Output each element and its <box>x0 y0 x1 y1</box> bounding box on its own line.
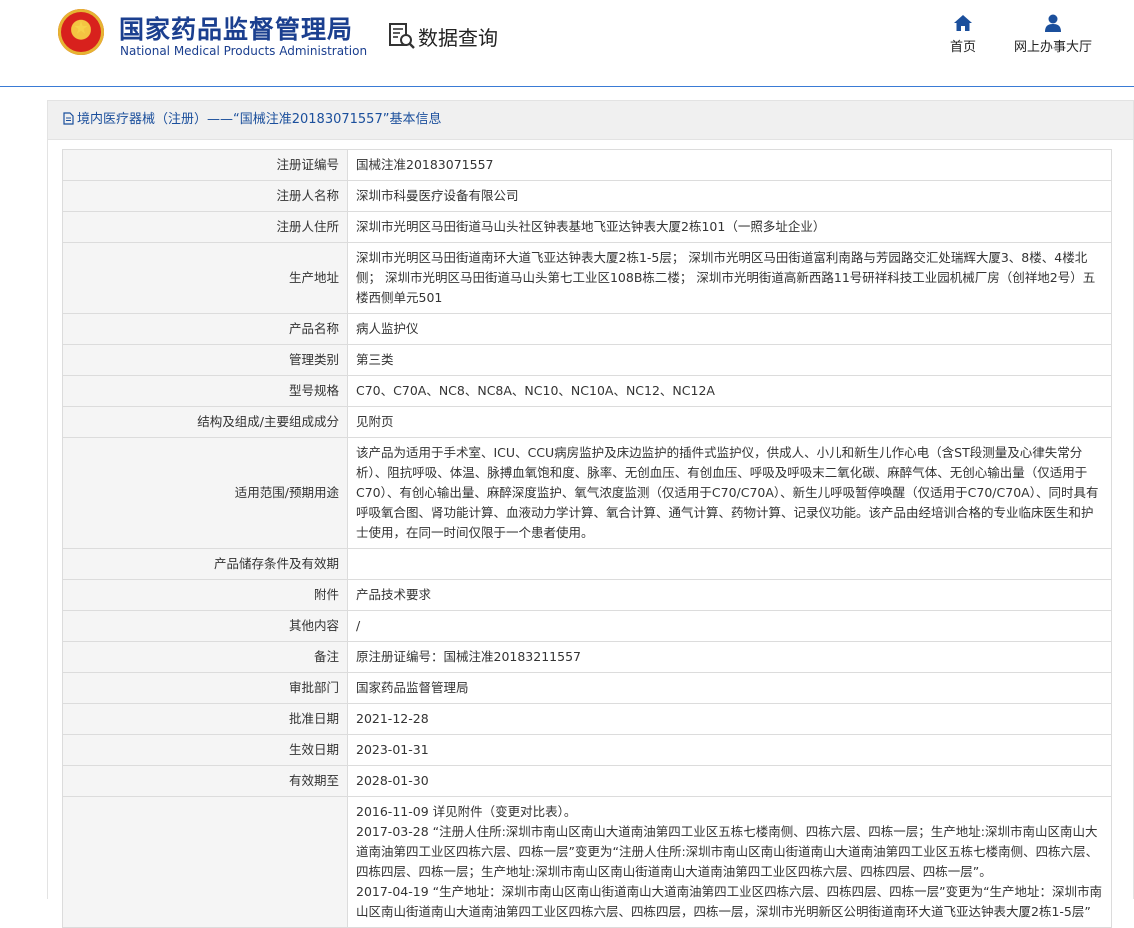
row-value: C70、C70A、NC8、NC8A、NC10、NC10A、NC12、NC12A <box>347 375 1112 407</box>
row-value <box>347 548 1112 580</box>
change-history-entry: 2017-04-19 “生产地址：深圳市南山区南山街道南山大道南油第四工业区四栋… <box>356 884 1103 919</box>
row-value: 第三类 <box>347 344 1112 376</box>
table-row: 适用范围/预期用途 该产品为适用于手术室、ICU、CCU病房监护及床边监护的插件式… <box>62 437 1112 549</box>
panel-title-text: 境内医疗器械（注册）——“国械注准20183071557”基本信息 <box>77 112 442 127</box>
row-key: 其他内容 <box>62 610 348 642</box>
table-row: 批准日期 2021-12-28 <box>62 703 1112 735</box>
nav-hall-label[interactable]: 网上办事大厅 <box>1014 40 1092 55</box>
org-name-en[interactable]: National Medical Products Administration <box>120 44 367 58</box>
row-key: 产品名称 <box>62 313 348 345</box>
change-history-entry: 2016-11-09 详见附件（变更对比表）。 <box>356 804 577 819</box>
row-value: 深圳市光明区马田街道南环大道飞亚达钟表大厦2栋1-5层； 深圳市光明区马田街道富… <box>347 242 1112 314</box>
detail-panel: 境内医疗器械（注册）——“国械注准20183071557”基本信息 注册证编号国… <box>47 100 1134 928</box>
row-key-empty <box>62 796 348 928</box>
table-row: 其他内容 / <box>62 610 1112 642</box>
row-value: 原注册证编号：国械注准20183211557 <box>347 641 1112 673</box>
nav-home[interactable]: 首页 <box>913 14 1013 55</box>
row-key: 有效期至 <box>62 765 348 797</box>
table-row: 生效日期 2023-01-31 <box>62 734 1112 766</box>
table-row: 附件 产品技术要求 <box>62 579 1112 611</box>
row-key: 注册人名称 <box>62 180 348 212</box>
row-value: 该产品为适用于手术室、ICU、CCU病房监护及床边监护的插件式监护仪，供成人、小… <box>347 437 1112 549</box>
row-value: 2023-01-31 <box>347 734 1112 766</box>
row-value: 2021-12-28 <box>347 703 1112 735</box>
home-icon <box>954 15 972 31</box>
table-row: 备注 原注册证编号：国械注准20183211557 <box>62 641 1112 673</box>
row-key: 结构及组成/主要组成成分 <box>62 406 348 438</box>
row-key: 生效日期 <box>62 734 348 766</box>
table-row: 结构及组成/主要组成成分 见附页 <box>62 406 1112 438</box>
nav-home-label[interactable]: 首页 <box>950 40 976 55</box>
document-icon <box>63 112 74 125</box>
data-query-label: 数据查询 <box>418 25 498 50</box>
row-value: 产品技术要求 <box>347 579 1112 611</box>
table-row: 注册人名称 深圳市科曼医疗设备有限公司 <box>62 180 1112 212</box>
table-row: 注册证编号 国械注准20183071557 <box>62 149 1112 181</box>
row-key: 适用范围/预期用途 <box>62 437 348 549</box>
row-value: 国械注准20183071557 <box>347 149 1112 181</box>
row-value: 见附页 <box>347 406 1112 438</box>
row-key: 备注 <box>62 641 348 673</box>
change-history: 2016-11-09 详见附件（变更对比表）。 2017-03-28 “注册人住… <box>347 796 1112 928</box>
row-value: / <box>347 610 1112 642</box>
row-value: 深圳市光明区马田街道马山头社区钟表基地飞亚达钟表大厦2栋101（一照多址企业） <box>347 211 1112 243</box>
row-key: 管理类别 <box>62 344 348 376</box>
row-value: 国家药品监督管理局 <box>347 672 1112 704</box>
nav-online-service-hall[interactable]: 网上办事大厅 <box>1003 14 1103 55</box>
site-header: 国家药品监督管理局 National Medical Products Admi… <box>0 0 1134 87</box>
row-key: 产品储存条件及有效期 <box>62 548 348 580</box>
data-query-title: 数据查询 <box>388 21 498 51</box>
registration-info-table: 注册证编号 国械注准20183071557 注册人名称 深圳市科曼医疗设备有限公司 … <box>62 149 1112 928</box>
table-row: 有效期至 2028-01-30 <box>62 765 1112 797</box>
panel-title: 境内医疗器械（注册）——“国械注准20183071557”基本信息 <box>48 101 1133 140</box>
table-row-change-history: 2016-11-09 详见附件（变更对比表）。 2017-03-28 “注册人住… <box>62 796 1112 928</box>
row-key: 注册人住所 <box>62 211 348 243</box>
row-key: 生产地址 <box>62 242 348 314</box>
table-row: 产品名称 病人监护仪 <box>62 313 1112 345</box>
table-row: 型号规格 C70、C70A、NC8、NC8A、NC10、NC10A、NC12、NC… <box>62 375 1112 407</box>
row-key: 批准日期 <box>62 703 348 735</box>
row-key: 型号规格 <box>62 375 348 407</box>
row-key: 审批部门 <box>62 672 348 704</box>
row-value: 病人监护仪 <box>347 313 1112 345</box>
row-key: 注册证编号 <box>62 149 348 181</box>
user-icon <box>1045 14 1061 32</box>
row-key: 附件 <box>62 579 348 611</box>
table-row: 注册人住所 深圳市光明区马田街道马山头社区钟表基地飞亚达钟表大厦2栋101（一照多… <box>62 211 1112 243</box>
table-row: 管理类别 第三类 <box>62 344 1112 376</box>
table-row: 审批部门 国家药品监督管理局 <box>62 672 1112 704</box>
change-history-entry: 2017-03-28 “注册人住所:深圳市南山区南山大道南油第四工业区五栋七楼南… <box>356 824 1099 879</box>
table-row: 产品储存条件及有效期 <box>62 548 1112 580</box>
national-emblem-icon <box>58 9 104 55</box>
table-row: 生产地址 深圳市光明区马田街道南环大道飞亚达钟表大厦2栋1-5层； 深圳市光明区马… <box>62 242 1112 314</box>
document-search-icon <box>389 23 415 49</box>
org-name-cn[interactable]: 国家药品监督管理局 <box>119 10 353 46</box>
row-value: 深圳市科曼医疗设备有限公司 <box>347 180 1112 212</box>
row-value: 2028-01-30 <box>347 765 1112 797</box>
